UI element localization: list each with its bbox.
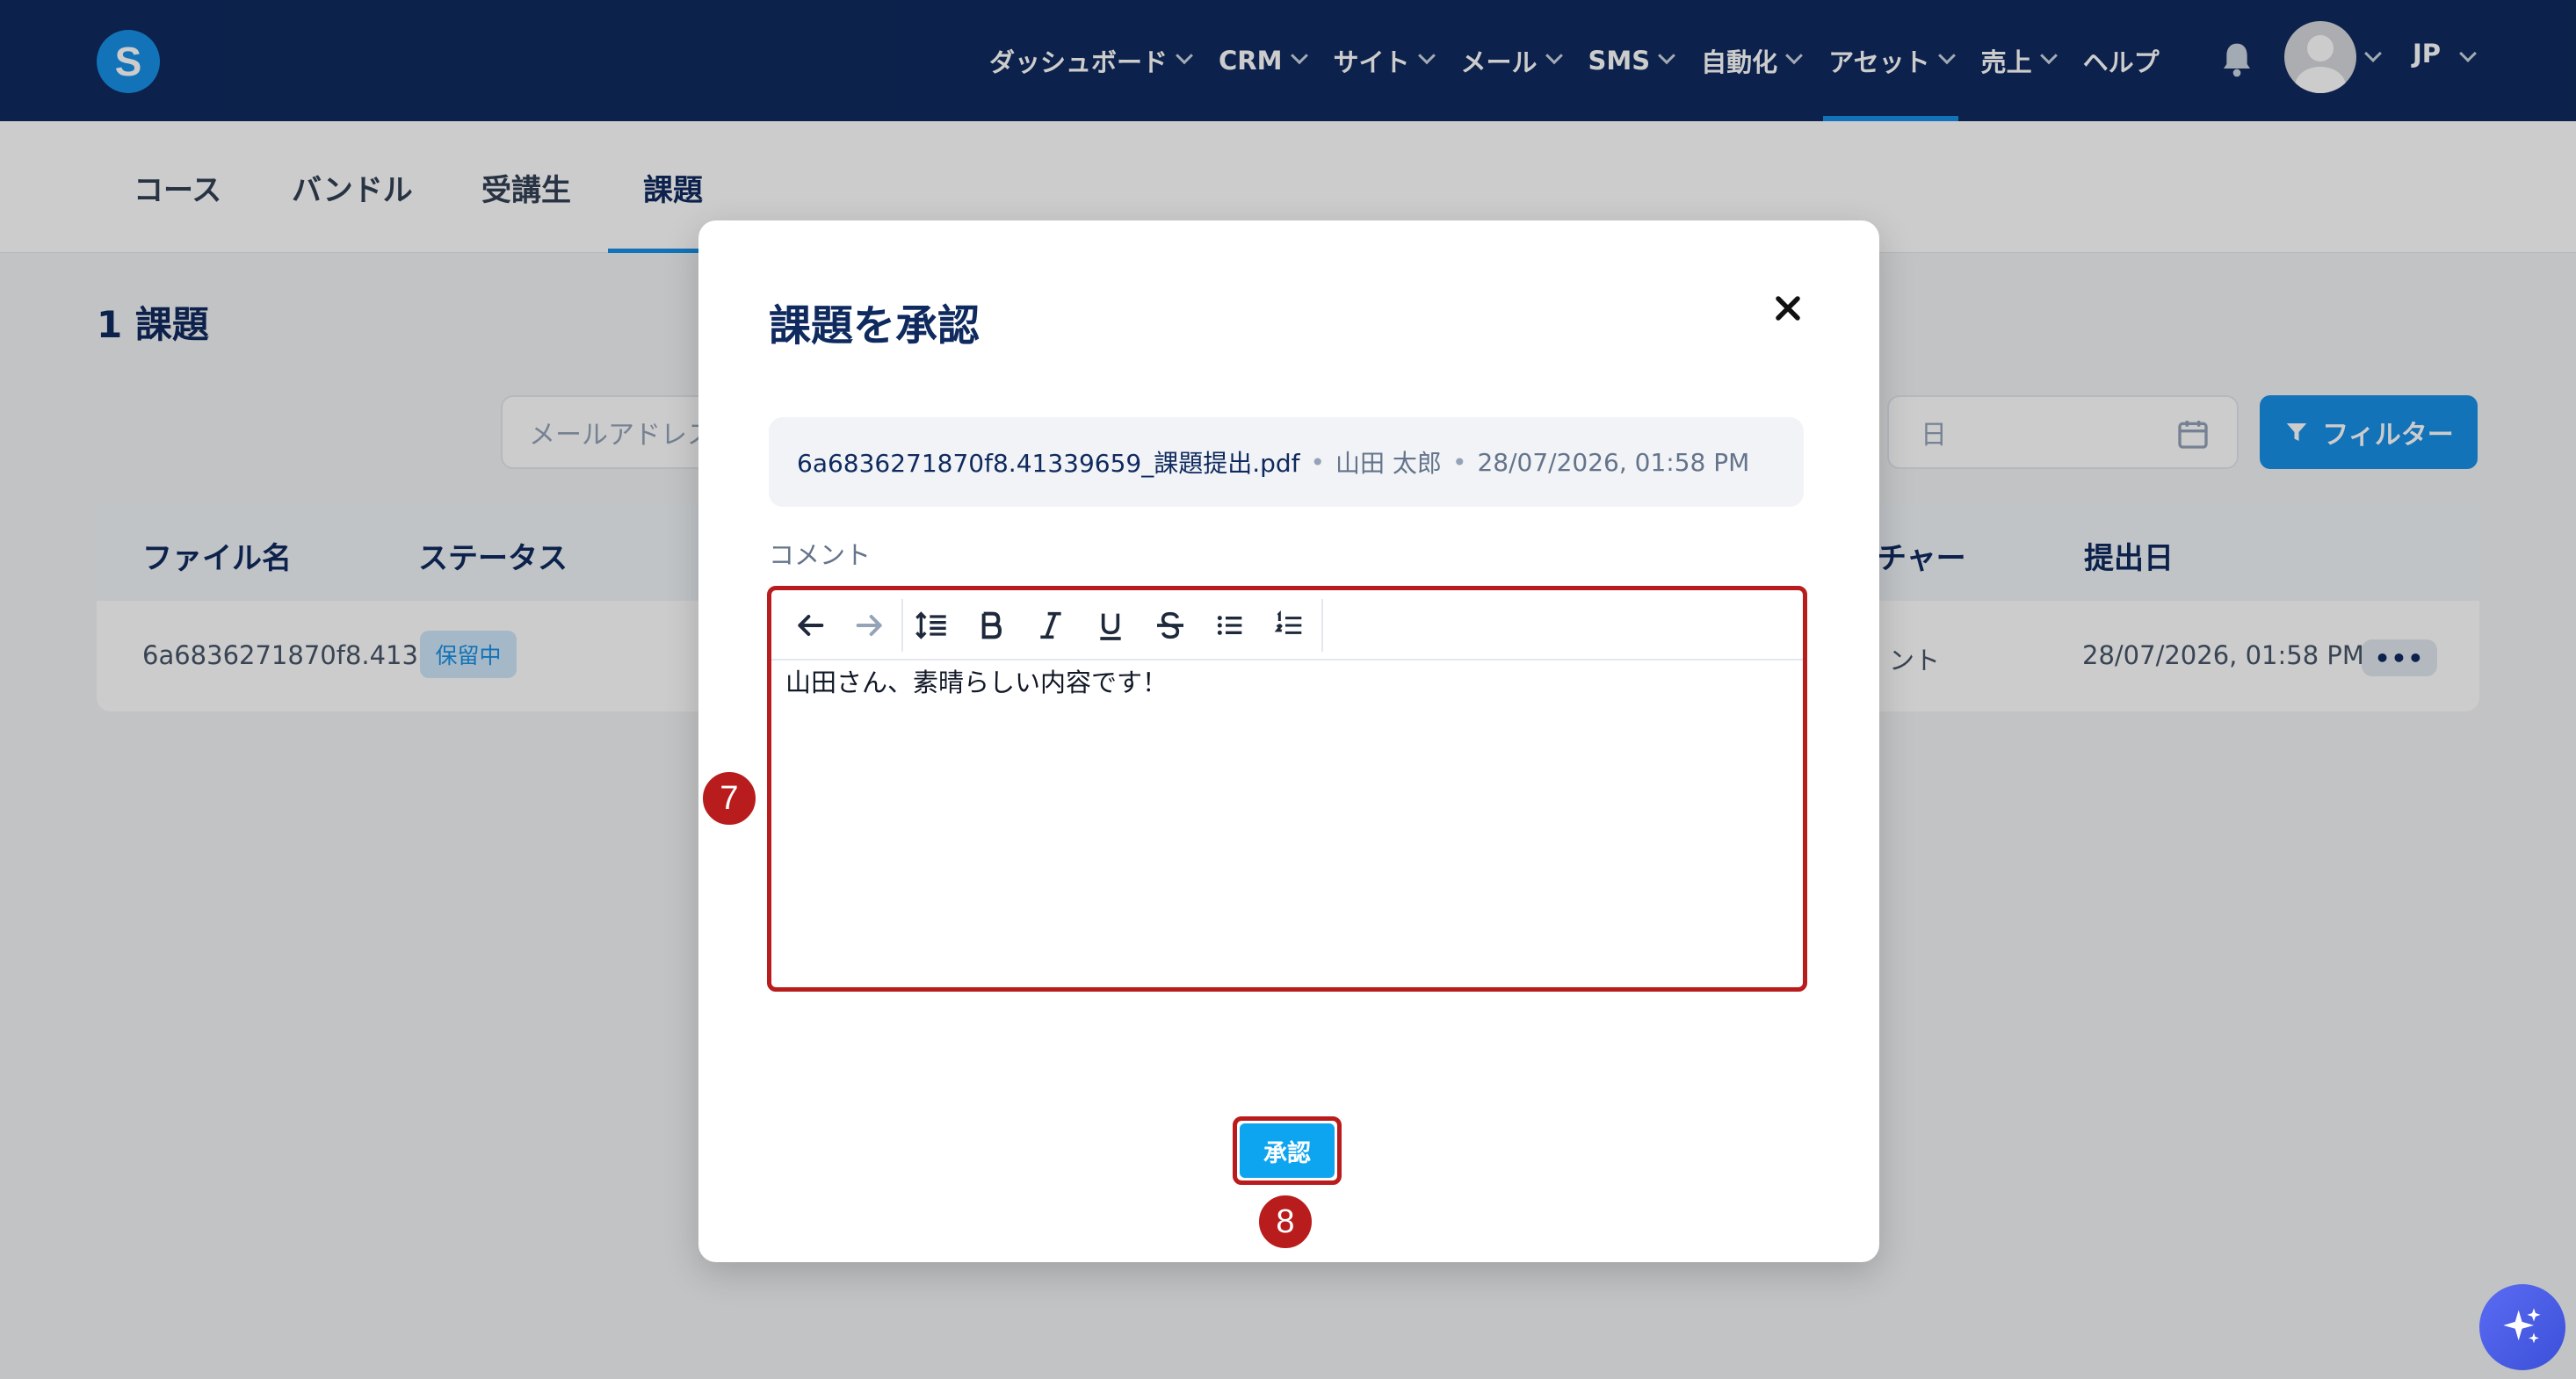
modal-title: 課題を承認 [769,301,980,350]
step-marker-7: 7 [700,769,758,827]
separator: • [1310,447,1326,477]
step-marker-8: 8 [1256,1193,1314,1251]
comment-label: コメント [769,540,872,570]
comment-editor[interactable]: 山田さん、素晴らしい内容です！ [767,586,1807,992]
ai-assistant-button[interactable] [2479,1284,2565,1370]
approve-label: 承認 [1240,1123,1335,1178]
underline-icon[interactable] [1093,608,1128,643]
approve-button[interactable]: 承認 [1233,1116,1342,1185]
comment-text[interactable]: 山田さん、素晴らしい内容です！ [785,662,1168,699]
submission-file-info: 6a6836271870f8.41339659_課題提出.pdf • 山田 太郎… [769,417,1804,507]
bullet-list-icon[interactable] [1212,608,1248,643]
toolbar-divider [901,599,903,652]
strikethrough-icon[interactable] [1153,608,1188,643]
sparkle-icon [2503,1308,2541,1344]
editor-toolbar [771,590,1803,661]
file-name[interactable]: 6a6836271870f8.41339659_課題提出.pdf [797,444,1300,480]
italic-icon[interactable] [1033,608,1068,643]
student-name: 山田 太郎 [1335,449,1442,478]
close-icon[interactable] [1769,289,1807,328]
undo-icon[interactable] [792,608,828,643]
numbered-list-icon[interactable] [1272,608,1307,643]
separator: • [1451,447,1467,477]
bold-icon[interactable] [973,608,1009,643]
approve-modal: 課題を承認 6a6836271870f8.41339659_課題提出.pdf •… [698,220,1879,1262]
toolbar-divider [1321,599,1323,652]
submitted-date: 28/07/2026, 01:58 PM [1477,447,1750,477]
redo-icon[interactable] [852,608,887,643]
line-height-icon[interactable] [914,608,949,643]
